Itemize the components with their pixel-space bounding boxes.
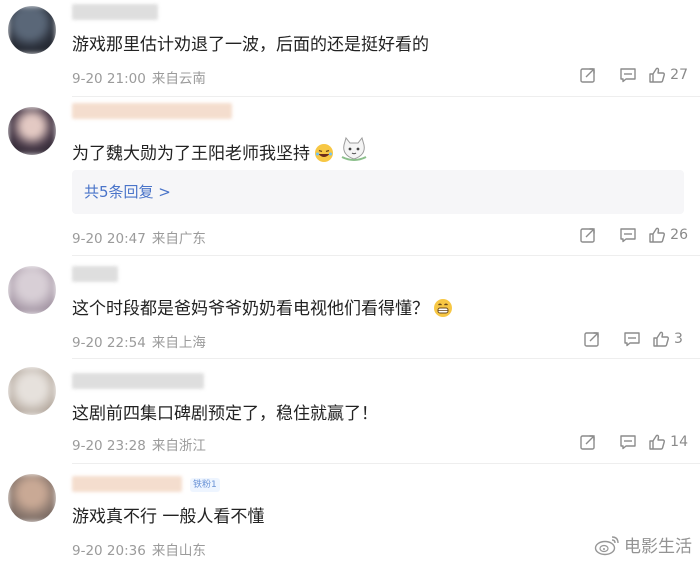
grin-emoji <box>433 298 453 323</box>
comment-date: 9-20 22:54 <box>72 335 146 351</box>
comment-text: 为了魏大勋为了王阳老师我坚持 <box>72 135 684 168</box>
thumbs-up-icon <box>649 227 666 243</box>
comment-actions: 3 <box>572 328 688 350</box>
thumbs-up-icon <box>649 434 666 450</box>
laugh-emoji <box>314 143 334 168</box>
comment-2: 为了魏大勋为了王阳老师我坚持 共5条回复 > 9-20 20:47 来自广东 26 <box>0 97 700 255</box>
reply-button[interactable] <box>608 431 648 453</box>
like-button[interactable]: 26 <box>648 226 688 244</box>
like-count: 3 <box>674 331 683 347</box>
comment-meta: 9-20 22:54 来自上海 <box>72 331 212 351</box>
share-icon <box>580 435 595 450</box>
username[interactable] <box>72 373 204 389</box>
like-button[interactable]: 27 <box>648 66 688 84</box>
username[interactable] <box>72 103 232 119</box>
comment-text-content: 为了魏大勋为了王阳老师我坚持 <box>72 144 310 164</box>
comment-text-content: 这个时段都是爸妈爷爷奶奶看电视他们看得懂？ <box>72 299 429 319</box>
comment-actions: 26 <box>568 224 688 246</box>
avatar[interactable] <box>8 6 56 54</box>
view-replies-link[interactable]: 共5条回复 > <box>72 170 684 214</box>
comment-date: 9-20 20:36 <box>72 543 146 559</box>
avatar[interactable] <box>8 107 56 155</box>
comment-icon <box>620 228 636 243</box>
like-button[interactable]: 3 <box>652 330 688 348</box>
username[interactable] <box>72 266 118 282</box>
reply-button[interactable] <box>608 64 648 86</box>
comment-icon <box>624 332 640 347</box>
comment-location: 来自上海 <box>151 335 206 351</box>
comment-4: 这剧前四集口碑剧预定了，稳住就赢了！ 9-20 23:28 来自浙江 14 <box>0 359 700 463</box>
comment-meta: 9-20 20:36 来自山东 <box>72 539 212 559</box>
comment-icon <box>620 435 636 450</box>
comment-date: 9-20 23:28 <box>72 438 146 454</box>
comment-text: 这个时段都是爸妈爷爷奶奶看电视他们看得懂？ <box>72 294 684 323</box>
comment-location: 来自广东 <box>151 231 206 247</box>
watermark: 电影生活 <box>594 532 692 557</box>
comment-actions: 14 <box>568 431 688 453</box>
avatar[interactable] <box>8 266 56 314</box>
share-button[interactable] <box>568 64 608 86</box>
share-button[interactable] <box>568 431 608 453</box>
like-count: 14 <box>670 434 688 450</box>
reply-button[interactable] <box>608 224 648 246</box>
share-icon <box>580 228 595 243</box>
share-icon <box>580 68 595 83</box>
share-button[interactable] <box>572 328 612 350</box>
username[interactable] <box>72 4 158 20</box>
cat-sticker-icon <box>338 135 370 168</box>
avatar[interactable] <box>8 474 56 522</box>
comment-feed: { "comments": [ {"text": "游戏那里估计劝退了一波，后面… <box>0 0 700 567</box>
avatar[interactable] <box>8 367 56 415</box>
comment-date: 9-20 21:00 <box>72 71 146 87</box>
comment-date: 9-20 20:47 <box>72 231 146 247</box>
reply-button[interactable] <box>612 328 652 350</box>
comment-text: 游戏那里估计劝退了一波，后面的还是挺好看的 <box>72 35 429 55</box>
comment-location: 来自山东 <box>151 543 206 559</box>
username[interactable] <box>72 476 182 492</box>
comment-text: 这剧前四集口碑剧预定了，稳住就赢了！ <box>72 404 378 424</box>
comment-1: 游戏那里估计劝退了一波，后面的还是挺好看的 9-20 21:00 来自云南 27 <box>0 0 700 97</box>
thumbs-up-icon <box>653 331 669 347</box>
comment-3: 这个时段都是爸妈爷爷奶奶看电视他们看得懂？ 9-20 22:54 来自上海 3 <box>0 256 700 356</box>
comment-text: 游戏真不行 一般人看不懂 <box>72 507 265 527</box>
comment-meta: 9-20 21:00 来自云南 <box>72 67 212 87</box>
comment-actions: 27 <box>568 64 688 86</box>
like-count: 26 <box>670 227 688 243</box>
comment-location: 来自浙江 <box>151 438 206 454</box>
comment-meta: 9-20 23:28 来自浙江 <box>72 434 212 454</box>
thumbs-up-icon <box>649 67 666 83</box>
share-icon <box>584 332 599 347</box>
like-count: 27 <box>670 67 688 83</box>
like-button[interactable]: 14 <box>648 433 688 451</box>
comment-icon <box>620 68 636 83</box>
comment-meta: 9-20 20:47 来自广东 <box>72 227 212 247</box>
comment-location: 来自云南 <box>151 71 206 87</box>
weibo-logo-icon <box>594 535 619 555</box>
watermark-text: 电影生活 <box>624 537 692 557</box>
share-button[interactable] <box>568 224 608 246</box>
fan-badge: 铁粉1 <box>190 478 220 492</box>
